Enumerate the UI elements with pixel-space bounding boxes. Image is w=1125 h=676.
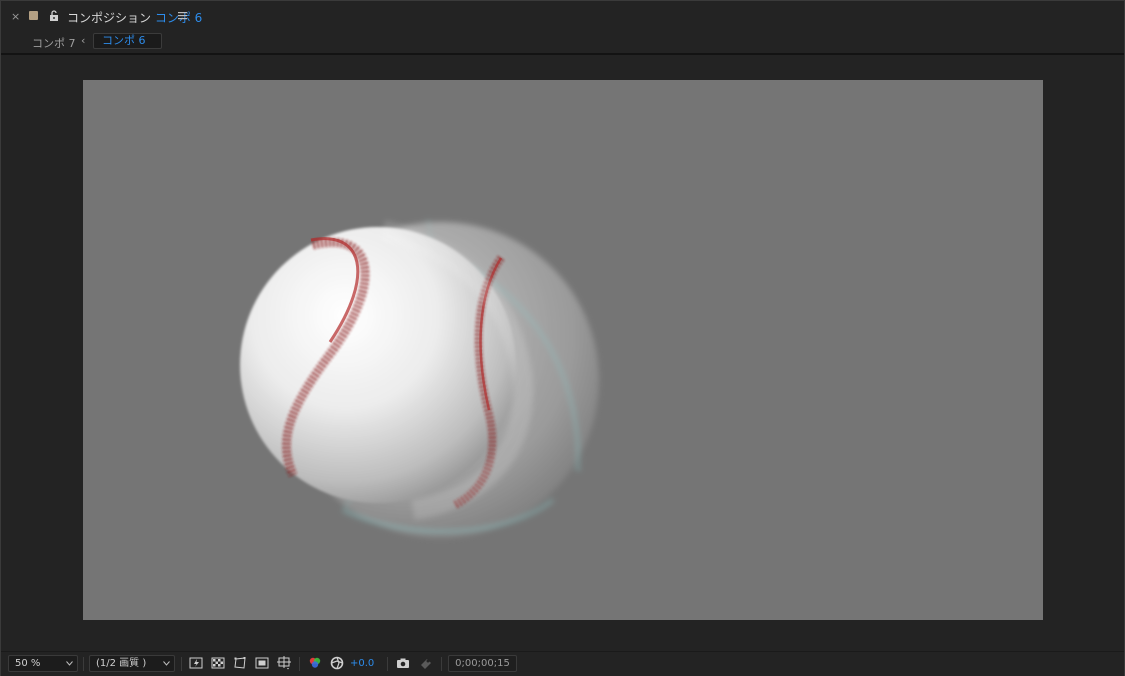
mask-path-visibility-icon[interactable]: [233, 656, 247, 670]
label-color-swatch[interactable]: [29, 11, 38, 20]
grid-guides-icon[interactable]: [277, 656, 291, 670]
transparency-grid-icon[interactable]: [211, 656, 225, 670]
panel-header: × コンポジション コンポ 6: [1, 1, 1124, 32]
comp-navigator: コンポ 7 ‹ コンポ 6: [1, 32, 1124, 52]
lock-open-icon[interactable]: [49, 10, 59, 21]
color-management-icon[interactable]: [330, 656, 344, 670]
exposure-value[interactable]: +0.0: [350, 658, 374, 669]
composition-viewer[interactable]: [1, 55, 1124, 651]
toolbar-divider: [387, 657, 388, 671]
hamburger-menu-icon[interactable]: [178, 11, 187, 20]
show-snapshot-icon[interactable]: [419, 656, 433, 670]
toolbar-divider: [299, 657, 300, 671]
toolbar-divider: [83, 657, 84, 671]
current-time-display[interactable]: 0;00;00;15: [448, 655, 517, 672]
baseball-motion-blur-image: [240, 219, 599, 538]
camera-snapshot-icon[interactable]: [396, 656, 410, 670]
panel-tab-prefix: コンポジション: [67, 11, 152, 25]
breadcrumb-current-comp[interactable]: コンポ 6: [93, 33, 162, 49]
composition-panel: × コンポジション コンポ 6 コンポ 7 ‹ コンポ 6 50 % (1/2 …: [0, 0, 1125, 676]
chevron-down-icon: [66, 661, 73, 666]
magnification-value: 50 %: [15, 658, 41, 669]
resolution-value: (1/2 画質 ): [96, 658, 147, 669]
resolution-dropdown[interactable]: (1/2 画質 ): [89, 655, 175, 672]
magnification-dropdown[interactable]: 50 %: [8, 655, 78, 672]
close-icon[interactable]: ×: [11, 10, 20, 23]
toolbar-divider: [181, 657, 182, 671]
breadcrumb-arrow-icon: ‹: [81, 34, 86, 47]
composition-canvas[interactable]: [83, 80, 1043, 620]
toolbar-divider: [441, 657, 442, 671]
chevron-down-icon: [163, 661, 170, 666]
fast-previews-icon[interactable]: [189, 656, 203, 670]
viewer-toolbar: 50 % (1/2 画質 ) +0.0 0;00;00;15: [1, 651, 1124, 676]
breadcrumb-parent-comp[interactable]: コンポ 7: [32, 35, 76, 51]
rgb-channels-icon[interactable]: [308, 656, 322, 670]
region-of-interest-icon[interactable]: [255, 656, 269, 670]
